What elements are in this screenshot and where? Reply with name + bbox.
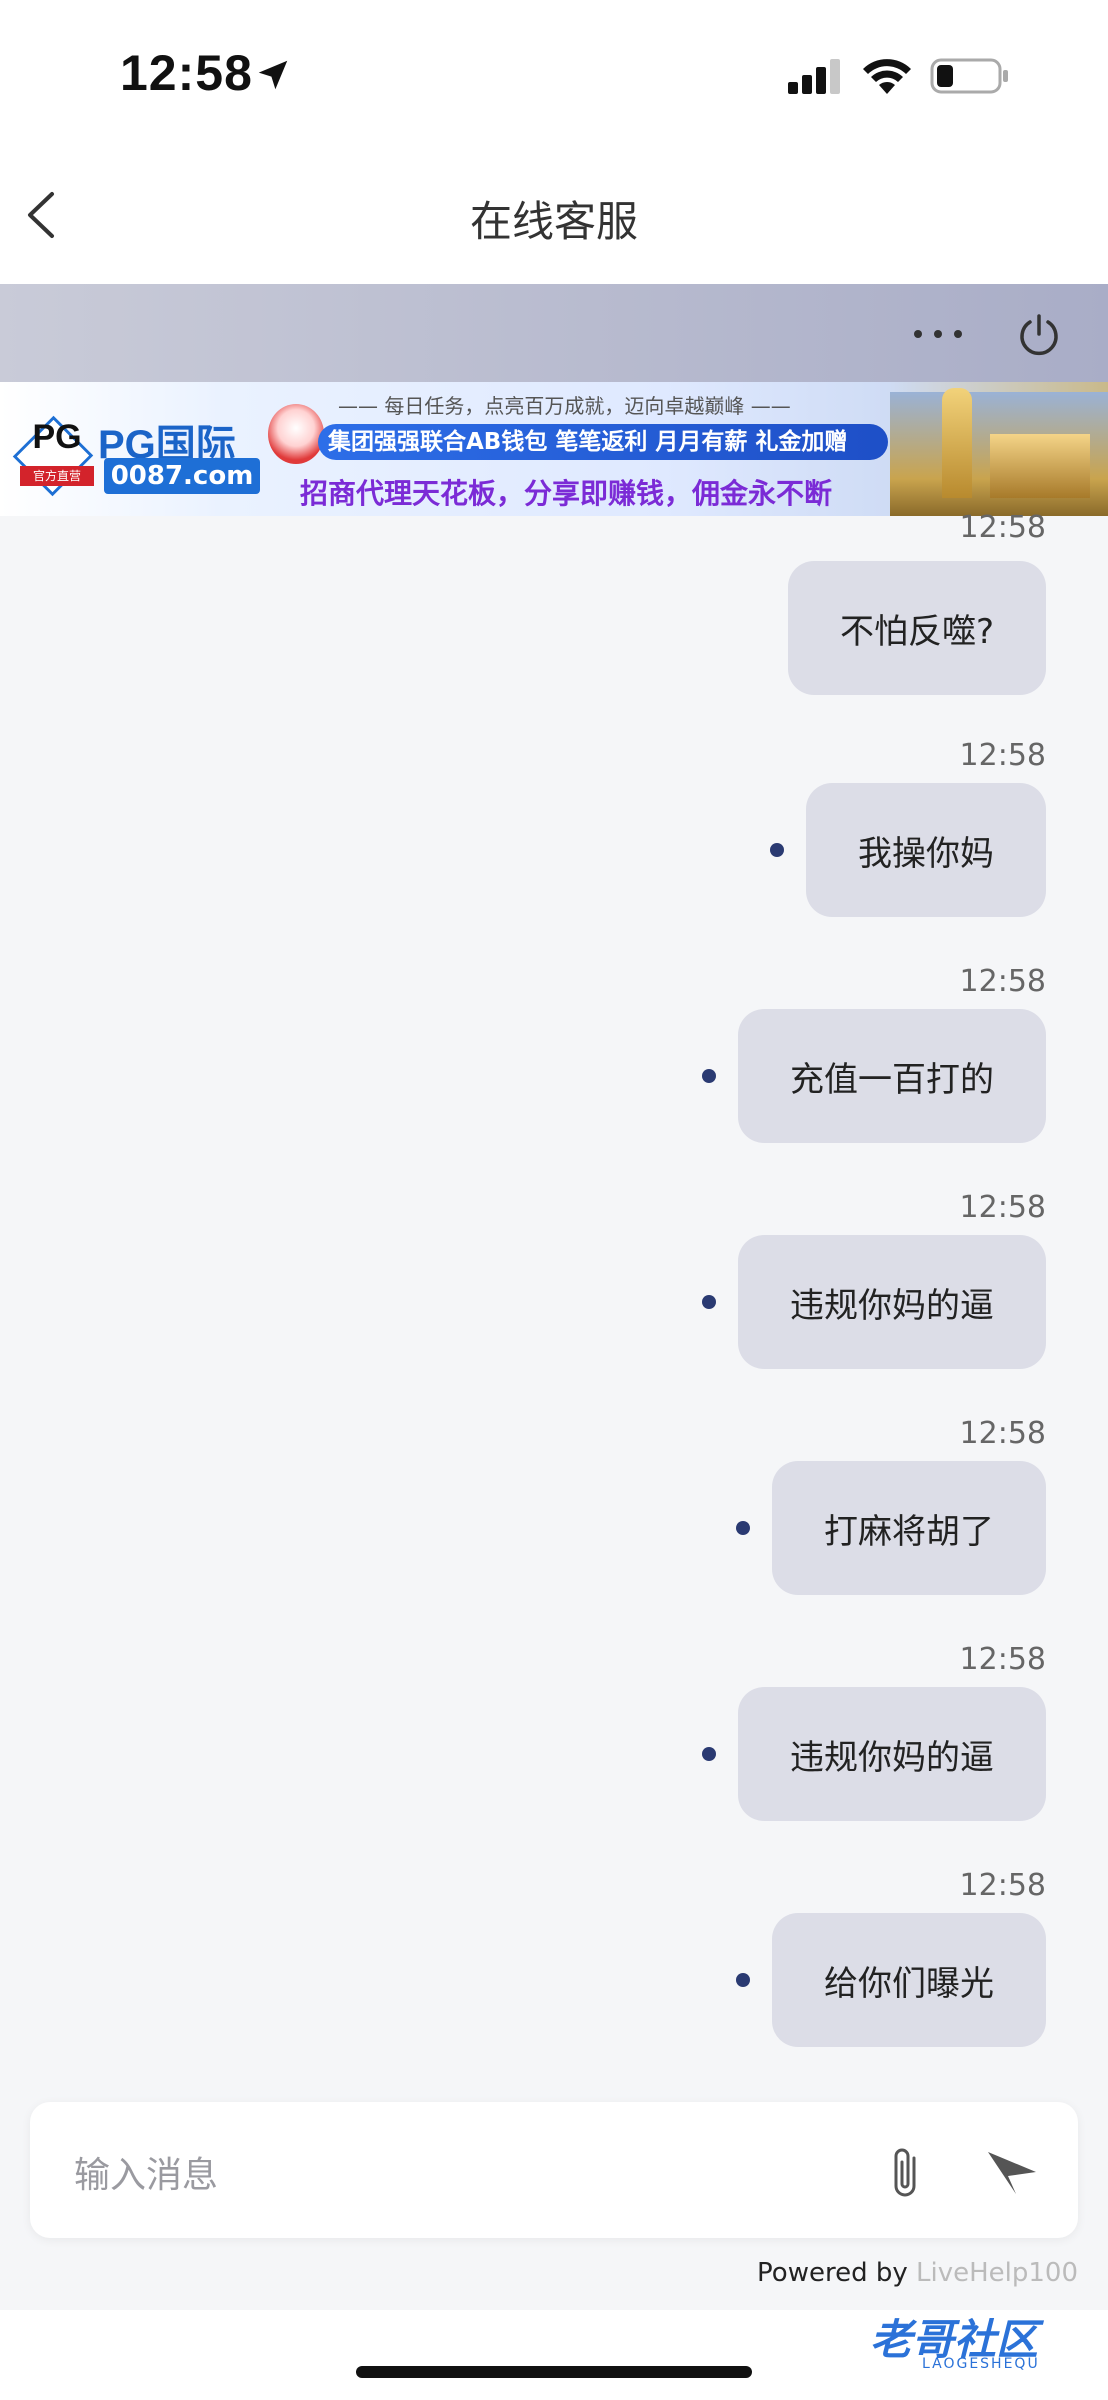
message-time: 12:58: [959, 964, 1046, 999]
more-options-icon[interactable]: [912, 324, 964, 344]
message-input[interactable]: 输入消息: [74, 2146, 218, 2198]
powered-brand-link[interactable]: LiveHelp100: [916, 2258, 1078, 2288]
banner-domain: 0087.com: [104, 458, 260, 494]
message-time: 12:58: [959, 1190, 1046, 1225]
promo-banner[interactable]: PG 官方直营 PG国际 0087.com —— 每日任务，点亮百万成就，迈向卓…: [0, 382, 1108, 516]
wifi-icon: [863, 59, 911, 94]
page-title: 在线客服: [469, 197, 638, 246]
status-bar: 12:58: [0, 0, 1108, 140]
sent-status-dot: [736, 1521, 750, 1535]
message-bubble[interactable]: 充值一百打的: [738, 1009, 1046, 1143]
message-bubble[interactable]: 违规你妈的逼: [738, 1235, 1046, 1369]
powered-by: Powered by LiveHelp100: [757, 2258, 1078, 2288]
message-item: 12:58 给你们曝光: [736, 1868, 1046, 2048]
message-list[interactable]: 12:58 不怕反噬? 12:58 我操你妈 12:58 充值一百打的 12:5…: [0, 510, 1108, 2086]
sent-status-dot: [770, 843, 784, 857]
message-bubble[interactable]: 我操你妈: [806, 783, 1046, 917]
powered-prefix: Powered by: [757, 2258, 908, 2288]
sent-status-dot: [702, 1295, 716, 1309]
message-bubble[interactable]: 不怕反噬?: [787, 561, 1046, 695]
nav-bar: 在线客服: [0, 140, 1108, 284]
paperclip-icon[interactable]: [884, 2144, 926, 2202]
pg-logo-subtext: 官方直营: [20, 466, 94, 486]
message-bubble[interactable]: 给你们曝光: [772, 1913, 1046, 2047]
message-bubble[interactable]: 违规你妈的逼: [738, 1687, 1046, 1821]
cellular-signal-icon: [788, 59, 840, 94]
message-item: 12:58 违规你妈的逼: [702, 1642, 1046, 1822]
message-item: 12:58 充值一百打的: [702, 964, 1046, 1144]
message-time: 12:58: [959, 510, 1046, 545]
banner-bottom-line: 招商代理天花板，分享即赚钱，佣金永不断: [300, 477, 833, 510]
message-item: 12:58 违规你妈的逼: [702, 1190, 1046, 1370]
sent-status-dot: [702, 1747, 716, 1761]
message-item: 12:58 不怕反噬?: [787, 510, 1046, 696]
hotel-image: [990, 434, 1090, 498]
banner-top-line: —— 每日任务，点亮百万成就，迈向卓越巅峰 ——: [338, 394, 791, 418]
message-time: 12:58: [959, 738, 1046, 773]
status-time: 12:58: [120, 45, 253, 101]
message-time: 12:58: [959, 1868, 1046, 1903]
message-item: 12:58 打麻将胡了: [736, 1416, 1046, 1596]
banner-mid-line: 集团强强联合AB钱包 笔笔返利 月月有薪 礼金加赠: [318, 424, 888, 460]
home-indicator[interactable]: [356, 2366, 752, 2378]
message-item: 12:58 我操你妈: [770, 738, 1046, 918]
message-bubble[interactable]: 打麻将胡了: [772, 1461, 1046, 1595]
power-icon[interactable]: [1016, 312, 1062, 358]
pg-logo-text: PG: [32, 418, 82, 456]
battery-icon: [930, 58, 1008, 94]
message-time: 12:58: [959, 1642, 1046, 1677]
send-icon[interactable]: [986, 2148, 1038, 2196]
sent-status-dot: [702, 1069, 716, 1083]
message-input-bar: 输入消息: [30, 2102, 1078, 2238]
location-arrow-icon: [258, 60, 288, 90]
chat-header: [0, 284, 1108, 382]
sent-status-dot: [736, 1973, 750, 1987]
casino-tower-image: [942, 388, 972, 498]
watermark-subtext: LAOGESHEQU: [922, 2356, 1040, 2372]
message-time: 12:58: [959, 1416, 1046, 1451]
mascot-icon: [268, 404, 324, 464]
